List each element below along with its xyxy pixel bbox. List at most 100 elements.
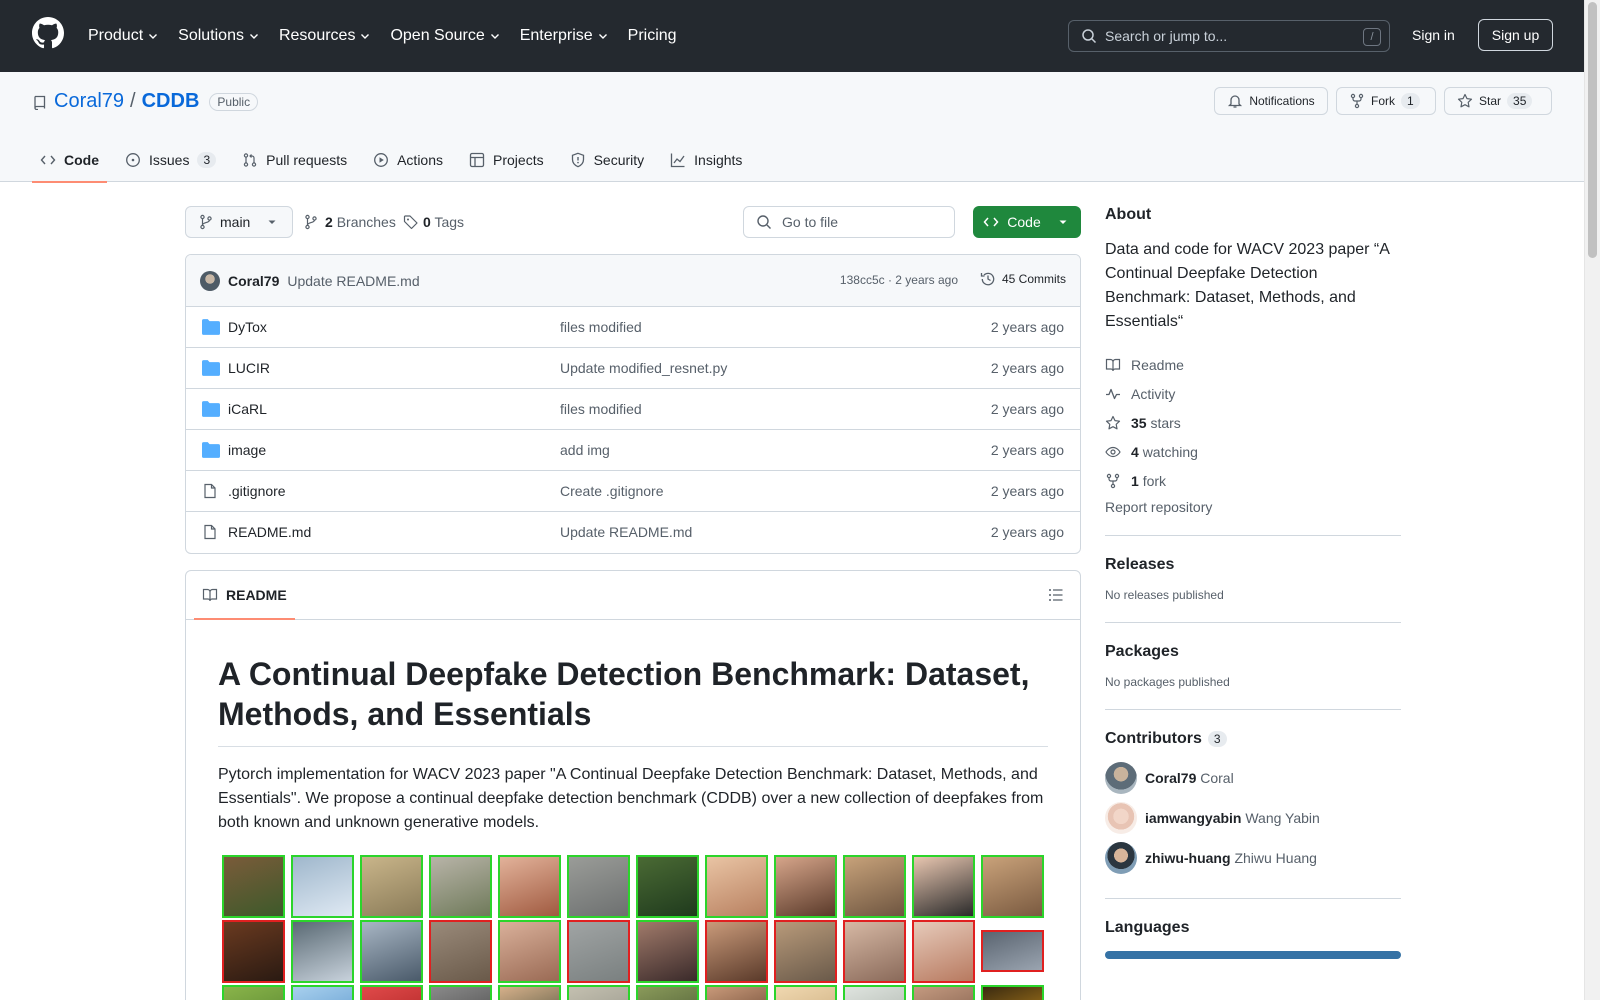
nav-enterprise[interactable]: Enterprise <box>520 27 609 45</box>
contributor[interactable]: zhiwu-huang Zhiwu Huang <box>1105 838 1401 878</box>
contributors-list: Coral79 Coral iamwangyabin Wang Yabin zh… <box>1105 758 1401 878</box>
real-sample-thumbnail <box>498 985 561 1000</box>
nav-pricing[interactable]: Pricing <box>628 27 677 45</box>
nav-resources[interactable]: Resources <box>279 27 371 45</box>
commits-link[interactable]: 45 Commits <box>980 271 1066 287</box>
fork-button[interactable]: Fork 1 <box>1336 87 1436 115</box>
list-unordered-icon[interactable] <box>1048 587 1064 603</box>
shield-icon <box>571 152 584 168</box>
nav-solutions[interactable]: Solutions <box>178 27 260 45</box>
releases-heading[interactable]: Releases <box>1105 556 1401 574</box>
sign-up-button[interactable]: Sign up <box>1478 19 1553 51</box>
file-commit-message[interactable]: Update modified_resnet.py <box>560 360 727 376</box>
file-age: 2 years ago <box>990 483 1064 499</box>
real-sample-thumbnail <box>291 985 354 1000</box>
repo-name-link[interactable]: CDDB <box>142 90 200 113</box>
sign-in-link[interactable]: Sign in <box>1412 27 1455 43</box>
tab-issues[interactable]: Issues 3 <box>117 138 224 182</box>
code-button-label: Code <box>1007 214 1041 230</box>
forks-link[interactable]: 1 fork <box>1105 466 1401 495</box>
star-button[interactable]: Star 35 <box>1444 87 1552 115</box>
releases-empty: No releases published <box>1105 588 1224 602</box>
file-name[interactable]: .gitignore <box>228 483 286 499</box>
readme-tab-label: README <box>226 587 287 603</box>
tab-projects[interactable]: Projects <box>461 138 552 182</box>
stars-count: 35 <box>1131 414 1147 431</box>
commit-message[interactable]: Update README.md <box>287 273 419 289</box>
global-search-input[interactable]: Search or jump to... / <box>1068 20 1390 52</box>
readme-link-label: Readme <box>1131 356 1184 373</box>
file-name[interactable]: LUCIR <box>228 360 270 376</box>
scrollbar-thumb[interactable] <box>1588 2 1597 258</box>
repo-separator: / <box>130 90 136 112</box>
file-row[interactable]: image add img 2 years ago <box>186 430 1080 471</box>
notifications-button[interactable]: Notifications <box>1214 87 1328 115</box>
real-sample-thumbnail <box>774 985 837 1000</box>
chevron-down-icon <box>361 34 370 39</box>
file-name[interactable]: iCaRL <box>228 401 267 417</box>
code-download-button[interactable]: Code <box>973 206 1081 238</box>
page-scrollbar[interactable] <box>1584 0 1600 1000</box>
folder-icon <box>202 360 220 376</box>
readme-header: README <box>186 571 1080 620</box>
file-name[interactable]: DyTox <box>228 319 267 335</box>
file-icon <box>204 483 216 499</box>
commit-meta[interactable]: 138cc5c · 2 years ago <box>840 273 958 287</box>
real-sample-thumbnail <box>291 920 354 983</box>
real-sample-thumbnail <box>498 920 561 983</box>
go-to-file-placeholder: Go to file <box>782 214 839 230</box>
visibility-badge: Public <box>209 92 259 111</box>
contributors-heading[interactable]: Contributors 3 <box>1105 730 1401 748</box>
tag-icon <box>403 215 418 230</box>
file-commit-message[interactable]: files modified <box>560 401 642 417</box>
packages-heading[interactable]: Packages <box>1105 643 1401 661</box>
avatar[interactable] <box>200 270 220 291</box>
contributor-name: Wang Yabin <box>1245 810 1320 826</box>
repo-owner-link[interactable]: Coral79 <box>54 90 124 113</box>
real-sample-thumbnail <box>981 985 1044 1000</box>
file-row[interactable]: LUCIR Update modified_resnet.py 2 years ag… <box>186 348 1080 389</box>
contributor[interactable]: iamwangyabin Wang Yabin <box>1105 798 1401 838</box>
tab-actions[interactable]: Actions <box>365 138 451 182</box>
activity-link[interactable]: Activity <box>1105 379 1401 408</box>
contributor[interactable]: Coral79 Coral <box>1105 758 1401 798</box>
nav-product[interactable]: Product <box>88 27 159 45</box>
report-repository-link[interactable]: Report repository <box>1105 499 1401 515</box>
file-commit-message[interactable]: add img <box>560 442 610 458</box>
tab-pull-requests[interactable]: Pull requests <box>234 138 355 182</box>
nav-open-source[interactable]: Open Source <box>390 27 500 45</box>
tab-label: Projects <box>493 152 544 168</box>
go-to-file-input[interactable]: Go to file <box>743 206 955 238</box>
tab-code[interactable]: Code <box>32 138 107 183</box>
file-commit-message[interactable]: Create .gitignore <box>560 483 664 499</box>
readme-link[interactable]: Readme <box>1105 350 1401 379</box>
stars-link[interactable]: 35 stars <box>1105 408 1401 437</box>
file-name[interactable]: README.md <box>228 524 311 540</box>
chevron-down-icon <box>490 34 499 39</box>
tab-security[interactable]: Security <box>562 138 653 182</box>
star-icon <box>1457 93 1473 108</box>
tags-label: Tags <box>434 214 465 230</box>
file-commit-message[interactable]: files modified <box>560 319 642 335</box>
file-row[interactable]: README.md Update README.md 2 years ago <box>186 512 1080 553</box>
history-icon <box>980 272 995 286</box>
watching-link[interactable]: 4 watching <box>1105 437 1401 466</box>
file-name[interactable]: image <box>228 442 266 458</box>
divider <box>1105 535 1401 536</box>
commit-author[interactable]: Coral79 <box>228 273 279 289</box>
branch-selector[interactable]: main <box>185 206 294 238</box>
divider <box>1105 898 1401 899</box>
github-logo-icon[interactable] <box>32 17 64 49</box>
file-row[interactable]: .gitignore Create .gitignore 2 years ago <box>186 471 1080 512</box>
file-row[interactable]: iCaRL files modified 2 years ago <box>186 389 1080 430</box>
file-commit-message[interactable]: Update README.md <box>560 524 692 540</box>
file-row[interactable]: DyTox files modified 2 years ago <box>186 307 1080 348</box>
tab-insights[interactable]: Insights <box>662 138 750 182</box>
real-sample-thumbnail <box>774 855 837 918</box>
branches-link[interactable]: 2 Branches <box>303 214 396 230</box>
tags-link[interactable]: 0 Tags <box>403 214 464 230</box>
fork-icon <box>1106 473 1120 488</box>
readme-tab[interactable]: README <box>194 571 295 620</box>
real-sample-thumbnail <box>429 985 492 1000</box>
real-sample-thumbnail <box>705 855 768 918</box>
